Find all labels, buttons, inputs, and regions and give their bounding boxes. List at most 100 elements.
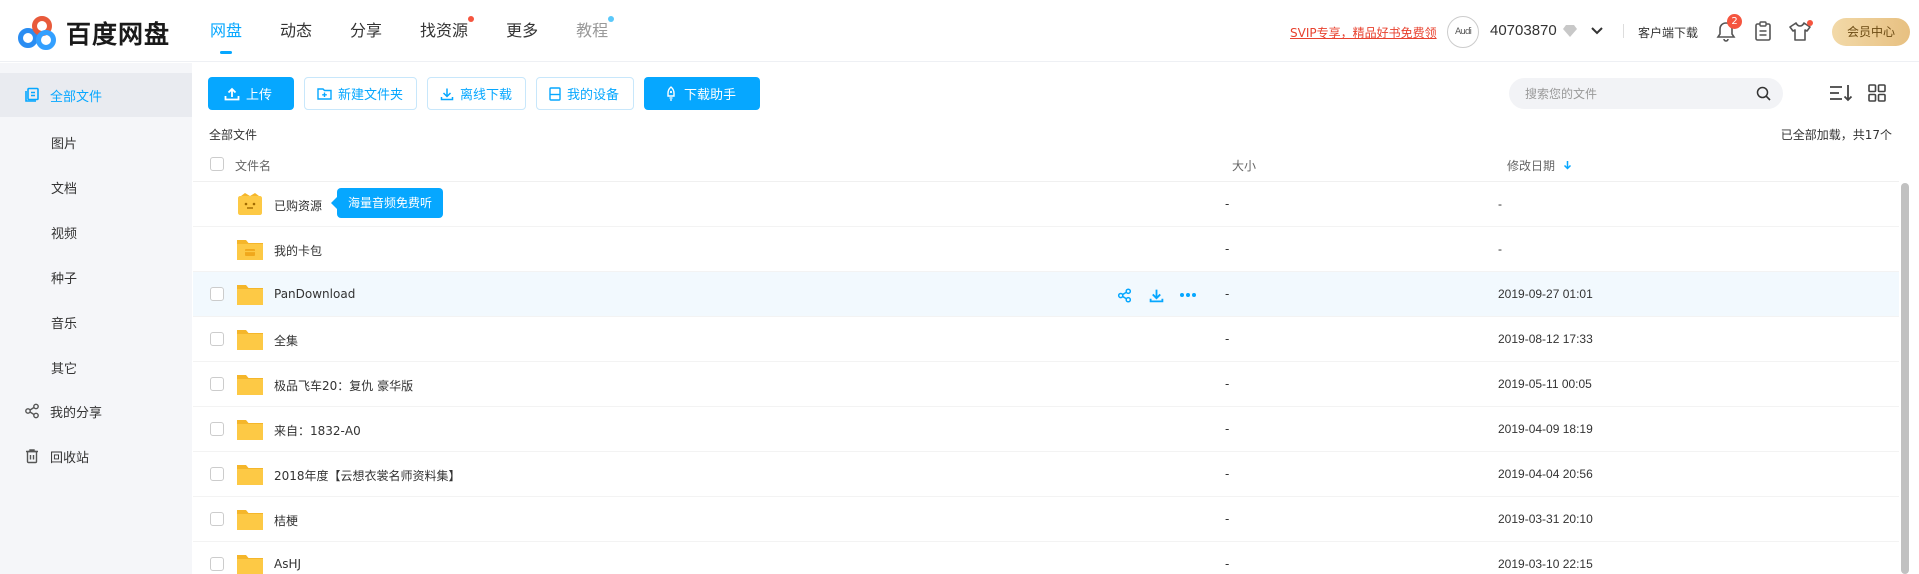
sidebar-item-recycle-bin[interactable]: 回收站 <box>0 434 192 478</box>
nav-item-activity[interactable]: 动态 <box>280 0 312 62</box>
new-dot <box>1807 20 1813 26</box>
column-header-name[interactable]: 文件名 <box>235 157 271 174</box>
folder-icon <box>237 465 263 485</box>
search-icon[interactable] <box>1756 86 1771 101</box>
table-row[interactable]: 桔梗 - 2019-03-31 20:10 <box>193 497 1899 542</box>
download-helper-button[interactable]: 下载助手 <box>644 77 760 110</box>
button-label: 我的设备 <box>567 88 620 103</box>
table-row[interactable]: 来自：1832-A0 - 2019-04-09 18:19 <box>193 407 1899 452</box>
file-size: - <box>1225 512 1230 526</box>
offline-download-button[interactable]: 离线下载 <box>427 77 526 110</box>
breadcrumb[interactable]: 全部文件 <box>209 126 257 143</box>
folder-icon <box>237 510 263 530</box>
folder-icon <box>237 330 263 350</box>
file-date: 2019-04-09 18:19 <box>1498 422 1593 436</box>
sidebar-item-music[interactable]: 音乐 <box>51 313 77 332</box>
upload-button[interactable]: 上传 <box>208 77 294 110</box>
file-date: 2019-03-31 20:10 <box>1498 512 1593 526</box>
username[interactable]: 40703870 <box>1490 22 1557 39</box>
nav-item-netdisk[interactable]: 网盘 <box>210 0 242 62</box>
file-date: 2019-03-10 22:15 <box>1498 557 1593 571</box>
nav-label: 网盘 <box>210 21 243 40</box>
grid-view-icon[interactable] <box>1868 84 1886 102</box>
logo-icon <box>18 16 58 50</box>
row-checkbox[interactable] <box>210 512 224 526</box>
row-checkbox[interactable] <box>210 557 224 571</box>
nav-item-share[interactable]: 分享 <box>350 0 382 62</box>
file-date: 2019-09-27 01:01 <box>1498 287 1593 301</box>
file-size: - <box>1225 197 1230 211</box>
table-row[interactable]: 极品飞车20：复仇 豪华版 - 2019-05-11 00:05 <box>193 362 1899 407</box>
sidebar-item-images[interactable]: 图片 <box>51 133 77 152</box>
file-date: 2019-05-11 00:05 <box>1498 377 1592 391</box>
svip-promo-link[interactable]: SVIP专享，精品好书免费领 <box>1290 24 1437 41</box>
logo[interactable]: 百度网盘 <box>18 15 170 51</box>
table-row[interactable]: 2018年度【云想衣裳名师资料集】 - 2019-04-04 20:56 <box>193 452 1899 497</box>
sidebar-item-others[interactable]: 其它 <box>51 358 77 377</box>
file-name[interactable]: 我的卡包 <box>274 242 322 259</box>
avatar-text: Audi <box>1454 27 1472 37</box>
clipboard-icon[interactable] <box>1754 21 1772 41</box>
column-header-size[interactable]: 大小 <box>1232 157 1256 174</box>
file-date: - <box>1498 242 1502 256</box>
top-bar: 百度网盘 网盘 动态 分享 找资源 更多 教程 SVIP专享，精品好书免费领 A… <box>0 0 1919 62</box>
vip-center-button[interactable]: 会员中心 <box>1832 18 1910 46</box>
row-checkbox[interactable] <box>210 422 224 436</box>
vertical-scrollbar[interactable] <box>1901 183 1909 574</box>
row-checkbox[interactable] <box>210 377 224 391</box>
button-label: 新建文件夹 <box>338 88 404 103</box>
file-size: - <box>1225 377 1230 391</box>
my-devices-button[interactable]: 我的设备 <box>536 77 634 110</box>
table-row[interactable]: 全集 - 2019-08-12 17:33 <box>193 317 1899 362</box>
file-name[interactable]: 来自：1832-A0 <box>274 422 361 439</box>
file-size: - <box>1225 422 1230 436</box>
table-row[interactable]: PanDownload - 2019-09-27 01:01 <box>193 272 1899 317</box>
table-row[interactable]: 已购资源 - - <box>193 182 1899 227</box>
share-icon[interactable] <box>1115 286 1133 304</box>
chevron-down-icon[interactable] <box>1590 24 1604 38</box>
avatar[interactable]: Audi <box>1447 16 1479 48</box>
sort-icon[interactable] <box>1829 83 1853 103</box>
select-all-checkbox[interactable] <box>210 157 224 171</box>
nav-item-more[interactable]: 更多 <box>506 0 538 62</box>
new-dot <box>468 16 475 22</box>
file-size: - <box>1225 467 1230 481</box>
search-input[interactable] <box>1525 85 1745 103</box>
sidebar-item-torrents[interactable]: 种子 <box>51 268 77 287</box>
file-name[interactable]: AsHJ <box>274 557 301 571</box>
file-name[interactable]: 极品飞车20：复仇 豪华版 <box>274 377 413 394</box>
nav-label: 分享 <box>350 21 383 40</box>
audio-promo-tooltip[interactable]: 海量音频免费听 <box>330 188 444 218</box>
toolbar: 上传 新建文件夹 离线下载 我的设备 下载助手 <box>208 77 770 111</box>
table-header: 文件名 大小 修改日期 <box>193 147 1899 182</box>
new-folder-button[interactable]: 新建文件夹 <box>304 77 417 110</box>
sidebar-item-my-share[interactable]: 我的分享 <box>0 389 192 433</box>
file-size: - <box>1225 242 1230 256</box>
share-icon <box>25 403 39 419</box>
row-checkbox[interactable] <box>210 467 224 481</box>
column-header-label: 修改日期 <box>1507 159 1556 173</box>
column-header-date[interactable]: 修改日期 <box>1507 157 1572 174</box>
file-name[interactable]: PanDownload <box>274 287 355 301</box>
table-row[interactable]: AsHJ - 2019-03-10 22:15 <box>193 542 1899 574</box>
table-row[interactable]: 我的卡包 - - <box>193 227 1899 272</box>
file-size: - <box>1225 557 1230 571</box>
file-date: - <box>1498 197 1502 211</box>
sidebar-item-documents[interactable]: 文档 <box>51 178 77 197</box>
download-icon[interactable] <box>1147 286 1165 304</box>
main-nav: 网盘 动态 分享 找资源 更多 教程 <box>210 0 646 62</box>
file-name[interactable]: 已购资源 <box>274 197 322 214</box>
sidebar-item-videos[interactable]: 视频 <box>51 223 77 242</box>
more-icon[interactable] <box>1179 286 1197 304</box>
sidebar-item-all-files[interactable]: 全部文件 <box>0 73 192 117</box>
file-name[interactable]: 桔梗 <box>274 512 298 529</box>
file-name[interactable]: 2018年度【云想衣裳名师资料集】 <box>274 467 461 484</box>
file-name[interactable]: 全集 <box>274 332 298 349</box>
nav-label: 教程 <box>576 21 609 40</box>
nav-item-tutorial[interactable]: 教程 <box>576 0 615 62</box>
nav-label: 找资源 <box>420 21 469 40</box>
row-checkbox[interactable] <box>210 332 224 346</box>
nav-item-find-resources[interactable]: 找资源 <box>420 0 475 62</box>
row-checkbox[interactable] <box>210 287 224 301</box>
client-download-link[interactable]: 客户端下载 <box>1638 24 1698 41</box>
